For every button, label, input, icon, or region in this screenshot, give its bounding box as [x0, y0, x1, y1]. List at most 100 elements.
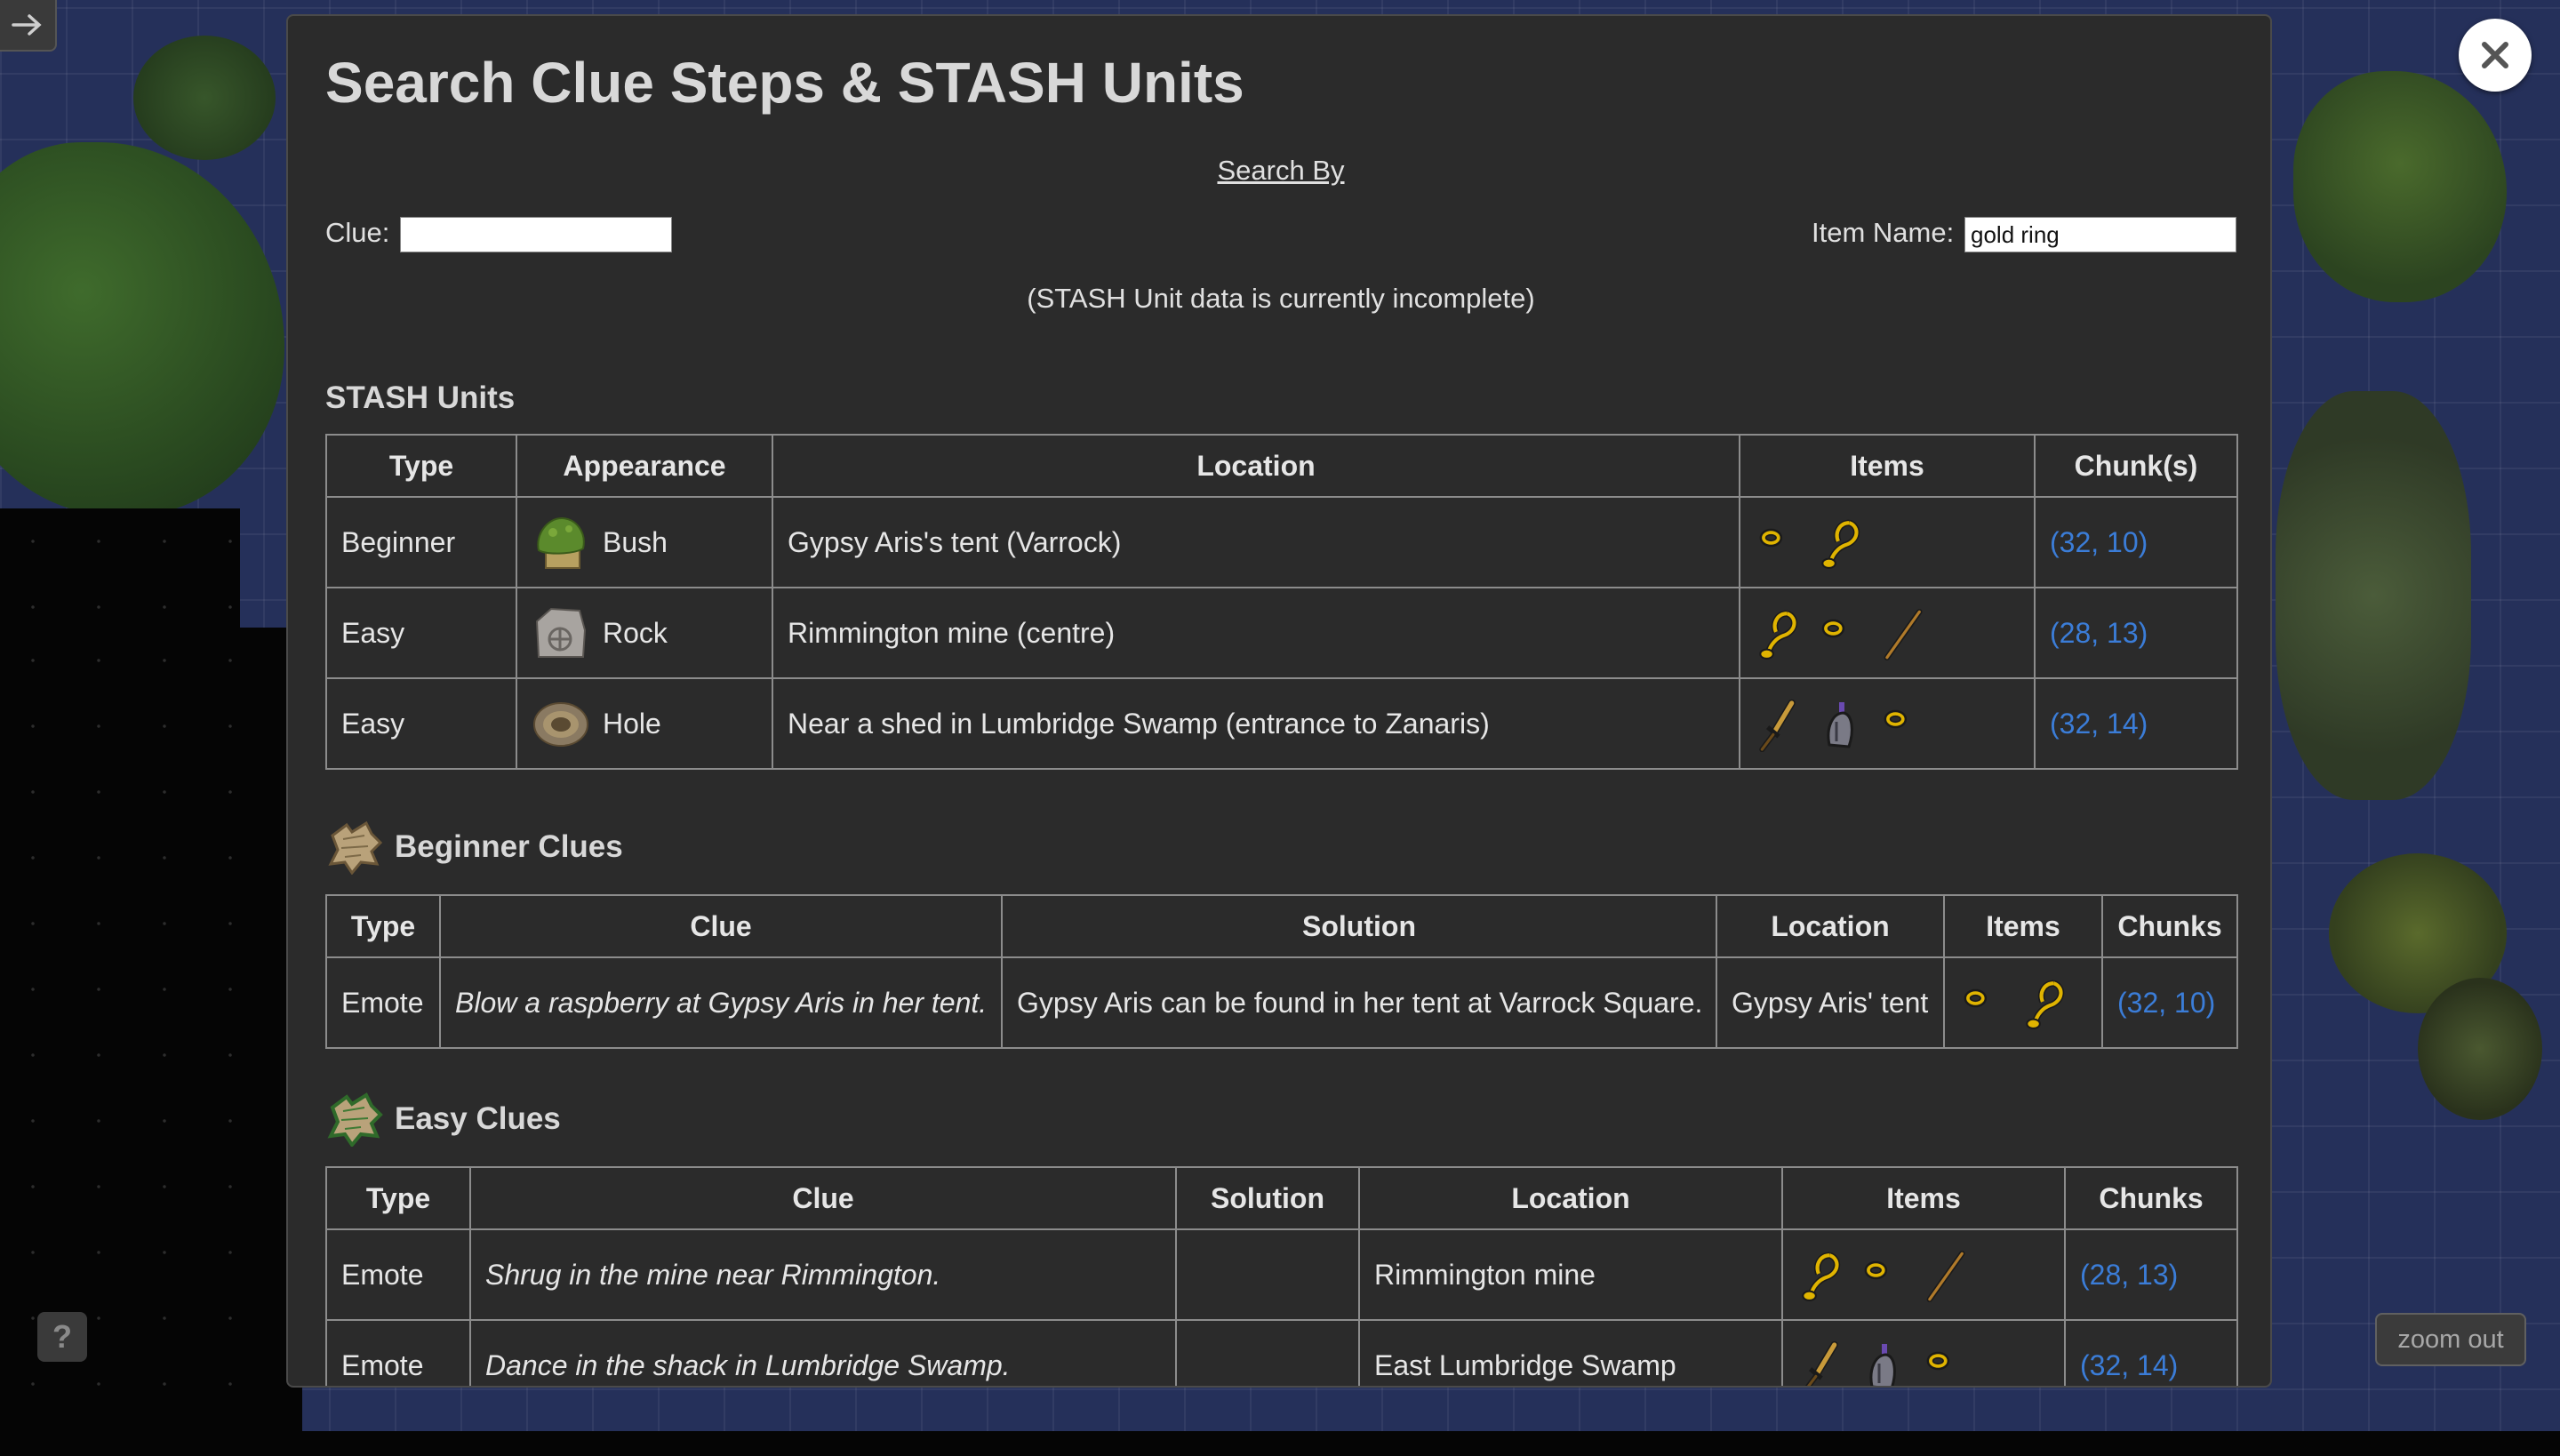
easy-clues-heading: Easy Clues: [325, 1092, 561, 1147]
easy-clue-scroll-icon: [327, 1092, 383, 1147]
table-row: Easy Rock Rimmington mine (centre) (28, 13): [325, 587, 2238, 679]
items-list: [1755, 608, 2020, 660]
items-cell: [1739, 677, 2036, 770]
clue-solution: Gypsy Aris can be found in her tent at V…: [1001, 956, 1717, 1049]
beginner-clue-scroll-icon: [328, 820, 383, 875]
table-row: Easy Hole Near a shed in Lumbridge Swamp (…: [325, 677, 2238, 770]
stash-incomplete-note: (STASH Unit data is currently incomplete…: [1027, 283, 1535, 314]
chunk-link[interactable]: (28, 13): [2064, 1228, 2238, 1321]
beginner-column-header: Items: [1943, 894, 2103, 958]
chunk-link[interactable]: (28, 13): [2034, 587, 2238, 679]
appearance-cell: Bush: [516, 496, 773, 588]
modal-title: Search Clue Steps & STASH Units: [325, 51, 1244, 115]
gold-ring-icon[interactable]: [1922, 1340, 1964, 1386]
gold-necklace-icon[interactable]: [2021, 978, 2065, 1029]
beginner-clues-table: Type Clue Solution Location Items Chunks Emot…: [325, 894, 2238, 1049]
easy-column-header: Location: [1358, 1166, 1783, 1230]
beginner-column-header: Clue: [439, 894, 1003, 958]
clue-search-input[interactable]: [400, 217, 672, 252]
search-modal: Search Clue Steps & STASH Units Search B…: [286, 14, 2272, 1388]
gold-ring-icon[interactable]: [1860, 1250, 1902, 1300]
beginner-clues-title: Beginner Clues: [395, 829, 623, 864]
clue-text: Blow a raspberry at Gypsy Aris in her te…: [439, 956, 1003, 1049]
items-cell: [1739, 587, 2036, 679]
bronze-dagger-icon[interactable]: [1797, 1340, 1840, 1386]
hole-icon: [532, 694, 590, 753]
clue-type: Emote: [325, 956, 441, 1049]
rock-icon: [532, 604, 590, 662]
item-name-label: Item Name:: [1812, 217, 1955, 248]
arrow-right-icon: [12, 14, 42, 36]
stash-type: Easy: [325, 677, 517, 770]
iron-med-helm-icon[interactable]: [1860, 1340, 1902, 1386]
stash-type: Easy: [325, 587, 517, 679]
items-list: [1797, 1250, 2050, 1302]
easy-column-header: Clue: [469, 1166, 1177, 1230]
item-name-search-input[interactable]: [1964, 217, 2236, 252]
appearance-cell: Hole: [516, 677, 773, 770]
clue-location: Rimmington mine: [1358, 1228, 1783, 1321]
gold-ring-icon[interactable]: [1959, 978, 2002, 1028]
items-list: [1755, 699, 2020, 753]
map-unexplored-area: [0, 1431, 2560, 1456]
stash-location: Near a shed in Lumbridge Swamp (entrance…: [772, 677, 1740, 770]
items-list: [1797, 1340, 2050, 1386]
easy-header-row: Type Clue Solution Location Items Chunks: [325, 1166, 2238, 1230]
clue-type: Emote: [325, 1228, 471, 1321]
zoom-out-button[interactable]: zoom out: [2375, 1313, 2526, 1366]
appearance: Bush: [532, 513, 757, 572]
beginner-column-header: Type: [325, 894, 441, 958]
beginner-column-header: Solution: [1001, 894, 1717, 958]
bronze-dagger-icon[interactable]: [1755, 699, 1797, 753]
easy-column-header: Solution: [1175, 1166, 1360, 1230]
zoom-out-label: zoom out: [2397, 1324, 2504, 1354]
clue-location: Gypsy Aris' tent: [1716, 956, 1945, 1049]
chunk-link[interactable]: (32, 14): [2064, 1319, 2238, 1386]
stash-units-heading: STASH Units: [325, 380, 515, 416]
gold-ring-icon[interactable]: [1817, 608, 1860, 658]
gold-necklace-icon[interactable]: [1755, 608, 1798, 660]
easy-column-header: Chunks: [2064, 1166, 2238, 1230]
stash-units-table: Type Appearance Location Items Chunk(s) Begi…: [325, 434, 2238, 770]
chunk-link[interactable]: (32, 10): [2101, 956, 2238, 1049]
stash-units-title: STASH Units: [325, 380, 516, 415]
beginner-column-header: Location: [1716, 894, 1945, 958]
gold-necklace-icon[interactable]: [1797, 1250, 1841, 1301]
items-list: [1959, 978, 2087, 1029]
easy-clues-title: Easy Clues: [395, 1101, 561, 1136]
map-landmass: [133, 36, 276, 160]
clue-solution: [1175, 1228, 1360, 1321]
stash-column-header: Chunk(s): [2034, 434, 2238, 498]
stash-location: Gypsy Aris's tent (Varrock): [772, 496, 1740, 588]
items-cell: [1781, 1228, 2066, 1321]
items-list: [1755, 517, 2020, 569]
table-row: Beginner Bush Gypsy Aris's tent (Varrock) (…: [325, 496, 2238, 588]
stash-column-header: Items: [1739, 434, 2036, 498]
close-icon: [2482, 42, 2508, 68]
close-button[interactable]: [2459, 19, 2532, 92]
easy-column-header: Items: [1781, 1166, 2066, 1230]
gold-ring-icon[interactable]: [1755, 517, 1797, 567]
chunk-link[interactable]: (32, 14): [2034, 677, 2238, 770]
stash-column-header: Type: [325, 434, 517, 498]
bronze-pickaxe-icon[interactable]: [1922, 1250, 1965, 1302]
appearance-label: Bush: [603, 525, 668, 558]
beginner-clues-heading: Beginner Clues: [325, 820, 623, 875]
stash-header-row: Type Appearance Location Items Chunk(s): [325, 434, 2238, 498]
items-cell: [1739, 496, 2036, 588]
easy-column-header: Type: [325, 1166, 471, 1230]
appearance-label: Hole: [603, 707, 661, 740]
stash-column-header: Appearance: [516, 434, 773, 498]
gold-necklace-icon[interactable]: [1817, 517, 1860, 569]
clue-text: Dance in the shack in Lumbridge Swamp.: [469, 1319, 1177, 1386]
easy-clues-table: Type Clue Solution Location Items Chunks Emot…: [325, 1166, 2238, 1386]
table-row: Emote Dance in the shack in Lumbridge Swa…: [325, 1319, 2238, 1386]
table-row: Emote Shrug in the mine near Rimmington. R…: [325, 1228, 2238, 1321]
bronze-pickaxe-icon[interactable]: [1879, 608, 1923, 660]
gold-ring-icon[interactable]: [1879, 699, 1922, 748]
panel-toggle-button[interactable]: [0, 0, 57, 52]
stash-type: Beginner: [325, 496, 517, 588]
help-button[interactable]: ?: [37, 1312, 87, 1362]
chunk-link[interactable]: (32, 10): [2034, 496, 2238, 588]
iron-med-helm-icon[interactable]: [1817, 699, 1860, 748]
